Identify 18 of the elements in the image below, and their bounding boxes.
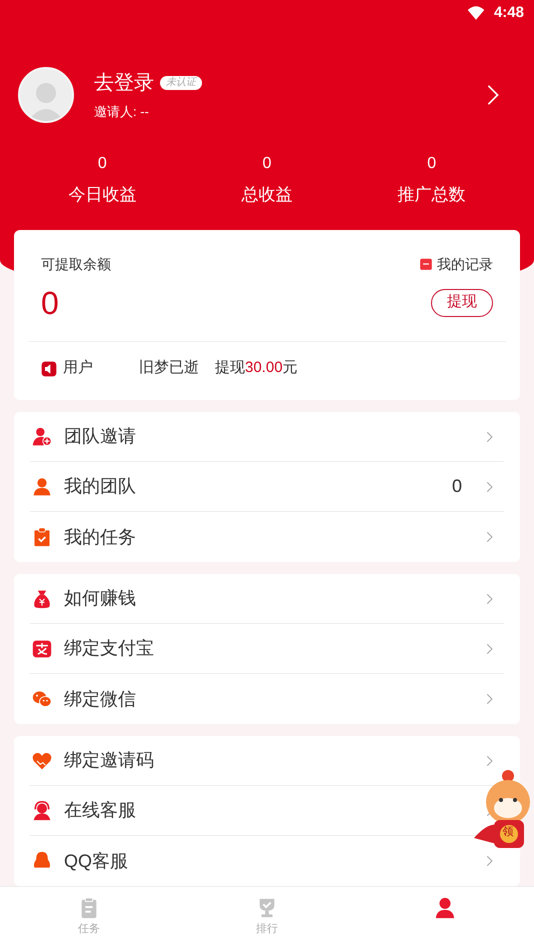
stat-value: 0 — [262, 154, 272, 174]
stat-value: 0 — [98, 154, 107, 174]
stat-label: 今日收益 — [68, 184, 136, 206]
team-count: 0 — [452, 475, 462, 498]
status-time: 4:48 — [494, 2, 524, 23]
tab-label: 排行 — [256, 922, 278, 937]
inviter-text: 邀请人: -- — [94, 103, 150, 122]
stat-value: 0 — [427, 154, 436, 174]
balance-amount: 0 — [41, 284, 59, 323]
mascot-label: 领 — [502, 824, 514, 840]
balance-title: 可提取余额 — [41, 254, 111, 274]
notice-text: 提现30.00元 — [215, 358, 298, 378]
verification-badge: 未认证 — [160, 76, 202, 90]
notice-label: 用户 — [63, 358, 93, 378]
notice-username: 旧梦已逝 — [139, 358, 199, 378]
tab-label: 任务 — [78, 922, 100, 937]
stat-label: 总收益 — [241, 184, 292, 206]
stat-label: 推广总数 — [398, 184, 466, 206]
